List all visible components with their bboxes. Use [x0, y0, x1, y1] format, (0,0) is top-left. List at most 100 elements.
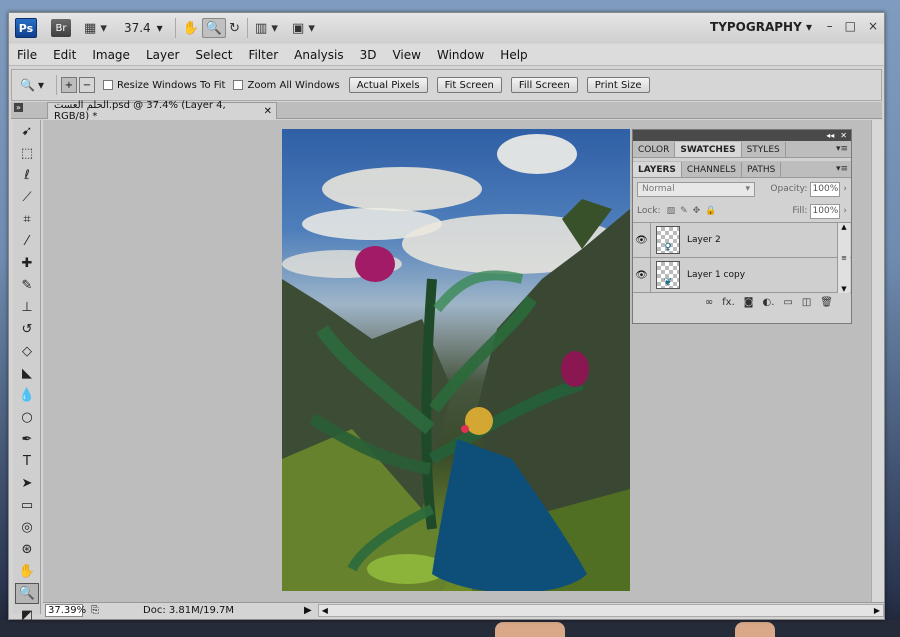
- group-icon[interactable]: ▭: [783, 297, 792, 308]
- fill-field[interactable]: 100%: [810, 203, 841, 219]
- view-extras-button[interactable]: ▦ ▾: [81, 18, 110, 38]
- scroll-up-icon[interactable]: ▲: [841, 223, 846, 231]
- workspace-switcher[interactable]: TYPOGRAPHY ▾: [710, 20, 812, 34]
- fx-icon[interactable]: fx.: [722, 297, 735, 308]
- shape-tool-icon[interactable]: ▭: [15, 495, 39, 516]
- lock-transparent-icon[interactable]: ▨: [667, 206, 676, 216]
- bridge-button[interactable]: Br: [51, 19, 71, 37]
- eye-icon[interactable]: 👁: [633, 257, 651, 293]
- menu-select[interactable]: Select: [187, 48, 240, 62]
- document-image[interactable]: [282, 129, 630, 591]
- dodge-tool-icon[interactable]: ○: [15, 407, 39, 428]
- menu-view[interactable]: View: [384, 48, 428, 62]
- tab-swatches[interactable]: SWATCHES: [675, 142, 742, 157]
- eraser-tool-icon[interactable]: ◇: [15, 341, 39, 362]
- healing-brush-tool-icon[interactable]: ✚: [15, 253, 39, 274]
- 3d-rotate-tool-icon[interactable]: ◎: [15, 517, 39, 538]
- opacity-field[interactable]: 100%: [810, 181, 841, 197]
- panel-menu-icon[interactable]: ▾≡: [836, 164, 848, 174]
- status-menu-icon[interactable]: ▶: [304, 605, 312, 616]
- paint-bucket-tool-icon[interactable]: ◣: [15, 363, 39, 384]
- tool-preset-picker[interactable]: 🔍 ▾: [12, 78, 52, 92]
- arrange-documents-icon[interactable]: ▥ ▾: [252, 18, 281, 38]
- layer-row[interactable]: 👁 ❦ Layer 1 copy: [633, 257, 851, 293]
- crop-tool-icon[interactable]: ⌗: [15, 209, 39, 230]
- blend-mode-select[interactable]: Normal ▾: [637, 181, 755, 197]
- document-tab[interactable]: الحلم العست.psd @ 37.4% (Layer 4, RGB/8)…: [47, 100, 277, 122]
- fill-screen-button[interactable]: Fill Screen: [510, 77, 578, 93]
- menu-file[interactable]: File: [9, 48, 45, 62]
- scroll-left-icon[interactable]: ◀: [322, 606, 328, 615]
- close-panel-icon[interactable]: ✕: [840, 131, 847, 140]
- lock-image-icon[interactable]: ✎: [680, 206, 688, 216]
- blur-tool-icon[interactable]: 💧: [15, 385, 39, 406]
- layers-scrollbar[interactable]: ▲ ≡ ▼: [837, 223, 850, 293]
- tab-channels[interactable]: CHANNELS: [682, 162, 743, 177]
- brush-tool-icon[interactable]: ✎: [15, 275, 39, 296]
- close-button[interactable]: ×: [868, 19, 878, 33]
- eye-icon[interactable]: 👁: [633, 222, 651, 258]
- vertical-scrollbar[interactable]: [871, 120, 884, 602]
- path-selection-tool-icon[interactable]: ➤: [15, 473, 39, 494]
- panel-menu-icon[interactable]: ▾≡: [836, 144, 848, 154]
- scroll-down-icon[interactable]: ▼: [841, 285, 846, 293]
- lasso-tool-icon[interactable]: ℓ: [15, 165, 39, 186]
- pen-tool-icon[interactable]: ✒: [15, 429, 39, 450]
- zoom-in-icon[interactable]: +: [61, 77, 77, 93]
- zoom-tool-icon[interactable]: 🔍: [15, 583, 39, 604]
- opacity-slider-icon[interactable]: ›: [843, 184, 847, 194]
- adjustment-icon[interactable]: ◐.: [762, 297, 774, 308]
- collapse-icon[interactable]: »: [14, 103, 23, 112]
- new-layer-icon[interactable]: ◫: [802, 297, 811, 308]
- menu-edit[interactable]: Edit: [45, 48, 84, 62]
- zoom-icon[interactable]: 🔍: [201, 18, 227, 38]
- menu-image[interactable]: Image: [84, 48, 138, 62]
- clone-stamp-tool-icon[interactable]: ⊥: [15, 297, 39, 318]
- menu-analysis[interactable]: Analysis: [286, 48, 351, 62]
- hand-icon[interactable]: ✋: [180, 18, 202, 38]
- layer-row[interactable]: 👁 ♀ Layer 2: [633, 222, 851, 258]
- eyedropper-tool-icon[interactable]: ⁄: [15, 231, 39, 252]
- history-brush-tool-icon[interactable]: ↺: [15, 319, 39, 340]
- collapse-panels-icon[interactable]: ◂◂: [826, 131, 834, 140]
- menu-3d[interactable]: 3D: [352, 48, 385, 62]
- link-icon[interactable]: ∞: [705, 297, 713, 308]
- resize-windows-checkbox[interactable]: Resize Windows To Fit: [103, 80, 225, 91]
- photoshop-logo[interactable]: Ps: [15, 18, 37, 38]
- zoom-level-select[interactable]: 37.4 ▾: [124, 21, 163, 35]
- menu-filter[interactable]: Filter: [240, 48, 286, 62]
- rotate-view-icon[interactable]: ↻: [226, 18, 243, 38]
- lock-position-icon[interactable]: ✥: [693, 206, 701, 216]
- move-tool-icon[interactable]: ➹: [15, 121, 39, 142]
- zoom-all-windows-checkbox[interactable]: Zoom All Windows: [233, 80, 340, 91]
- close-icon[interactable]: ✕: [264, 106, 272, 117]
- maximize-button[interactable]: □: [845, 19, 856, 33]
- tab-styles[interactable]: STYLES: [742, 142, 786, 157]
- tab-layers[interactable]: LAYERS: [633, 162, 682, 177]
- horizontal-scrollbar[interactable]: ◀ ▶: [317, 603, 884, 617]
- menu-layer[interactable]: Layer: [138, 48, 187, 62]
- color-swatches-icon[interactable]: ◩: [15, 605, 39, 626]
- tab-paths[interactable]: PATHS: [742, 162, 782, 177]
- actual-pixels-button[interactable]: Actual Pixels: [348, 77, 428, 93]
- menu-help[interactable]: Help: [492, 48, 535, 62]
- scroll-right-icon[interactable]: ▶: [874, 606, 880, 615]
- scroll-thumb[interactable]: ≡: [841, 254, 847, 262]
- zoom-field[interactable]: 37.39%: [45, 603, 86, 617]
- minimize-button[interactable]: –: [827, 19, 833, 33]
- fit-screen-button[interactable]: Fit Screen: [436, 77, 502, 93]
- marquee-tool-icon[interactable]: ⬚: [15, 143, 39, 164]
- trash-icon[interactable]: 🗑: [820, 297, 833, 308]
- screen-mode-icon[interactable]: ▣ ▾: [289, 18, 318, 38]
- 3d-orbit-tool-icon[interactable]: ⊛: [15, 539, 39, 560]
- type-tool-icon[interactable]: T: [15, 451, 39, 472]
- menu-window[interactable]: Window: [429, 48, 492, 62]
- mask-icon[interactable]: ◙: [744, 297, 754, 308]
- hand-tool-icon[interactable]: ✋: [15, 561, 39, 582]
- quick-selection-tool-icon[interactable]: ⟋: [15, 187, 39, 208]
- print-size-button[interactable]: Print Size: [586, 77, 650, 93]
- zoom-out-icon[interactable]: −: [79, 77, 95, 93]
- lock-all-icon[interactable]: 🔒: [705, 206, 716, 216]
- status-options-icon[interactable]: ⎘: [91, 605, 99, 616]
- tab-color[interactable]: COLOR: [633, 142, 676, 157]
